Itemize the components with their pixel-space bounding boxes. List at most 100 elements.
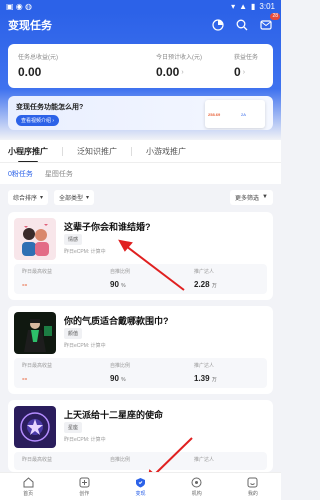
nav-me-label: 我的 xyxy=(247,490,258,497)
monetize-icon xyxy=(136,477,145,487)
promoters-value: 2.28 xyxy=(194,280,210,289)
task-card[interactable]: 你的气质适合戴哪款围巾? 颜值 昨日eCPM: 计算中 昨日最高收益 -- 自推比… xyxy=(8,306,273,394)
battery-icon: ▮ xyxy=(251,1,256,11)
message-badge: 28 xyxy=(270,13,280,20)
ratio-label: 自推比例 xyxy=(110,363,131,369)
chevron-right-icon: › xyxy=(242,68,246,76)
tab-mini-program[interactable]: 小程序推广 xyxy=(8,142,48,163)
task-stats: 昨日最高收益 -- 自推比例 90 % 推广达人 1.39 万 xyxy=(14,358,267,388)
nav-home-label: 首页 xyxy=(23,490,34,497)
status-app-icons: ▣ ◉ ◍ xyxy=(6,1,32,11)
message-icon[interactable]: 28 xyxy=(259,13,280,32)
promoters-label: 推广达人 xyxy=(194,269,215,275)
nav-create-label: 创作 xyxy=(79,490,90,497)
tab-mini-game[interactable]: 小游戏推广 xyxy=(146,142,186,161)
status-time: 3:01 xyxy=(259,1,275,11)
more-filters-button[interactable]: 更多筛选 ▼ xyxy=(230,189,273,205)
today-earnings-value: 0.00 xyxy=(156,65,180,79)
category-dropdown[interactable]: 全部类型 ▾ xyxy=(54,189,95,205)
task-stats: 昨日最高收益 -- 自推比例 90 % 推广达人 2.28 万 xyxy=(14,264,267,294)
task-ecpm: 昨日eCPM: 计算中 xyxy=(64,343,106,349)
bottom-nav: 首页 创作 变现 机构 我的 xyxy=(0,472,281,500)
tab-divider xyxy=(131,146,132,156)
tutorial-banner[interactable]: 变现任务功能怎么用? 查看视频介绍 › 258.69 2A xyxy=(8,96,273,130)
task-card[interactable]: 上天派给十二星座的使命 星座 昨日eCPM: 计算中 昨日最高收益 自推比例 推… xyxy=(8,400,273,472)
chevron-down-icon: ▾ xyxy=(40,194,44,201)
nav-create[interactable]: 创作 xyxy=(56,473,112,500)
banner-title: 变现任务功能怎么用? xyxy=(16,104,84,111)
category-label: 全部类型 xyxy=(59,195,84,202)
wifi-icon: ▾ xyxy=(231,1,236,11)
ratio-value: 90 xyxy=(110,280,119,289)
ratio-unit: % xyxy=(121,377,126,383)
profit-tasks-label: 获益任务 xyxy=(234,55,259,61)
nav-me[interactable]: 我的 xyxy=(225,473,281,500)
task-thumbnail xyxy=(14,312,56,354)
agency-icon xyxy=(191,477,202,487)
chevron-down-icon: ▾ xyxy=(86,194,90,201)
task-tag: 颜值 xyxy=(64,328,83,339)
sort-label: 综合排序 xyxy=(13,195,38,202)
sort-dropdown[interactable]: 综合排序 ▾ xyxy=(8,189,49,205)
ratio-label: 自推比例 xyxy=(110,457,131,463)
promo-tabs: 小程序推广 泛知识推广 小游戏推广 xyxy=(0,140,281,163)
nav-home[interactable]: 首页 xyxy=(0,473,56,500)
subtab-zero-fans[interactable]: 0粉任务 xyxy=(8,169,33,179)
phone-value-1: 258.69 xyxy=(208,112,221,117)
max-income-label: 昨日最高收益 xyxy=(22,457,53,463)
home-icon xyxy=(23,476,34,487)
data-chart-icon[interactable] xyxy=(211,18,225,32)
nav-agency[interactable]: 机构 xyxy=(169,473,225,500)
phone-illustration: 258.69 2A xyxy=(205,100,265,128)
today-earnings-label: 今日预计收入(元) xyxy=(156,55,202,61)
chevron-right-icon: › xyxy=(181,68,184,76)
profit-tasks-value: 0 xyxy=(234,65,241,79)
nav-monetize[interactable]: 变现 xyxy=(112,473,168,500)
total-earnings-label: 任务总收益(元) xyxy=(18,55,58,61)
task-thumbnail xyxy=(14,406,56,448)
task-title: 这辈子你会和谁结婚? xyxy=(64,222,151,232)
task-title: 上天派给十二星座的使命 xyxy=(64,410,164,420)
task-tag: 星座 xyxy=(64,422,83,433)
max-income-value: -- xyxy=(22,374,28,383)
max-income-value: -- xyxy=(22,280,28,289)
promoters-unit: 万 xyxy=(211,377,217,383)
today-earnings[interactable]: 今日预计收入(元) 0.00 › xyxy=(156,52,202,79)
task-ecpm: 昨日eCPM: 计算中 xyxy=(64,437,106,443)
task-ecpm: 昨日eCPM: 计算中 xyxy=(64,249,106,255)
promoters-label: 推广达人 xyxy=(194,363,215,369)
promoters-value: 1.39 xyxy=(194,374,210,383)
task-thumbnail xyxy=(14,218,56,260)
filter-icon: ▼ xyxy=(262,194,268,200)
promoters-unit: 万 xyxy=(211,283,217,289)
watch-video-button[interactable]: 查看视频介绍 › xyxy=(16,115,60,126)
signal-icon: ▲ xyxy=(239,1,248,11)
nav-monetize-label: 变现 xyxy=(135,490,146,497)
page-title: 变现任务 xyxy=(8,20,52,32)
ratio-value: 90 xyxy=(110,374,119,383)
nav-agency-label: 机构 xyxy=(191,490,202,497)
app-bar: 变现任务 28 xyxy=(0,12,281,38)
tab-divider xyxy=(62,146,63,156)
create-icon xyxy=(79,477,90,487)
tab-knowledge[interactable]: 泛知识推广 xyxy=(77,142,117,161)
task-subtabs: 0粉任务 星图任务 xyxy=(0,162,281,184)
earnings-card: 任务总收益(元) 0.00 今日预计收入(元) 0.00 › 获益任务 0 › xyxy=(8,44,273,88)
ratio-label: 自推比例 xyxy=(110,269,131,275)
promoters-label: 推广达人 xyxy=(194,457,215,463)
task-title: 你的气质适合戴哪款围巾? xyxy=(64,316,169,326)
max-income-label: 昨日最高收益 xyxy=(22,269,53,275)
max-income-label: 昨日最高收益 xyxy=(22,363,53,369)
profit-tasks[interactable]: 获益任务 0 › xyxy=(234,52,258,79)
subtab-xingtu[interactable]: 星图任务 xyxy=(45,169,73,179)
total-earnings[interactable]: 任务总收益(元) 0.00 xyxy=(18,52,58,79)
search-icon[interactable] xyxy=(235,18,249,32)
profile-icon xyxy=(247,477,258,487)
status-bar: ▣ ◉ ◍ ▾ ▲ ▮ 3:01 xyxy=(0,0,281,12)
filter-bar: 综合排序 ▾ 全部类型 ▾ 更多筛选 ▼ xyxy=(0,188,281,206)
task-tag: 情感 xyxy=(64,234,83,245)
task-card[interactable]: 这辈子你会和谁结婚? 情感 昨日eCPM: 计算中 昨日最高收益 -- 自推比例 9… xyxy=(8,212,273,300)
phone-value-2: 2A xyxy=(241,112,246,117)
more-filters-label: 更多筛选 xyxy=(235,195,260,202)
task-stats: 昨日最高收益 自推比例 推广达人 xyxy=(14,452,267,470)
